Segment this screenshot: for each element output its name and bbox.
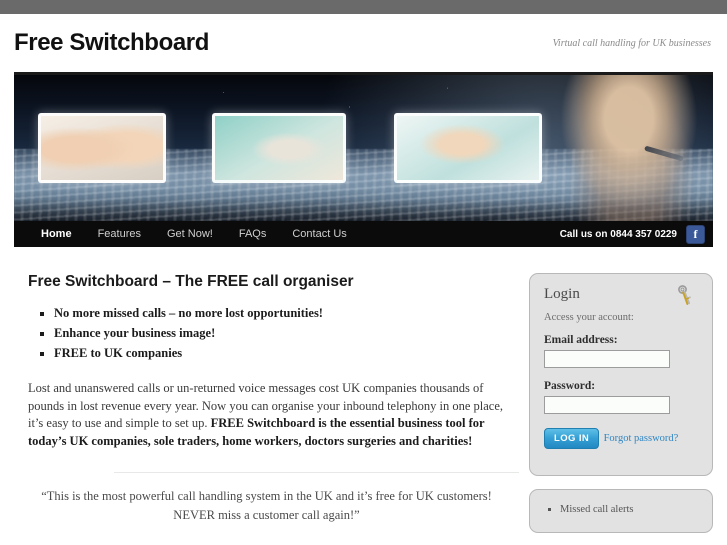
login-button[interactable]: LOG IN — [544, 428, 600, 449]
content-column: Free Switchboard – The FREE call organis… — [14, 273, 529, 533]
banner-photo-tile-keyboard — [394, 113, 542, 183]
page-root: Free Switchboard Virtual call handling f… — [0, 14, 727, 545]
nav-item-features[interactable]: Features — [85, 228, 154, 240]
keys-icon — [678, 285, 691, 305]
nav-item-home[interactable]: Home — [28, 228, 85, 240]
list-item: Enhance your business image! — [54, 325, 519, 342]
features-list: Missed call alerts — [544, 502, 698, 518]
page-title: Free Switchboard — [14, 29, 209, 56]
email-field[interactable] — [544, 350, 670, 368]
list-item: FREE to UK companies — [54, 345, 519, 362]
nav-right-group: Call us on 0844 357 0229 f — [559, 224, 705, 244]
banner-operator-photo — [557, 75, 707, 221]
quote-line-2: NEVER miss a customer call again!” — [173, 508, 360, 522]
nav-item-contact-us[interactable]: Contact Us — [279, 228, 359, 240]
password-field[interactable] — [544, 396, 670, 414]
nav-items: Home Features Get Now! FAQs Contact Us — [28, 228, 360, 240]
site-header: Free Switchboard Virtual call handling f… — [0, 14, 727, 72]
nav-item-faqs[interactable]: FAQs — [226, 228, 280, 240]
main-navigation: Home Features Get Now! FAQs Contact Us C… — [14, 221, 713, 247]
list-item: Missed call alerts — [560, 502, 698, 518]
list-item: No more missed calls – no more lost oppo… — [54, 305, 519, 322]
sidebar: Login Access your account: Email address… — [529, 273, 713, 533]
login-panel: Login Access your account: Email address… — [529, 273, 713, 476]
hero-banner — [14, 75, 713, 221]
facebook-icon[interactable]: f — [686, 224, 705, 244]
content-heading: Free Switchboard – The FREE call organis… — [28, 273, 354, 290]
quote-divider — [114, 472, 519, 473]
banner-photo-tile-hands-device — [212, 113, 346, 183]
email-label: Email address: — [544, 334, 618, 346]
quote-line-1: “This is the most powerful call handling… — [41, 489, 492, 503]
intro-paragraph: Lost and unanswered calls or un-returned… — [28, 380, 519, 450]
features-panel: Missed call alerts — [529, 489, 713, 533]
banner-photo-tile-women-headset — [38, 113, 166, 183]
testimonial-quote: “This is the most powerful call handling… — [28, 487, 505, 525]
benefits-list: No more missed calls – no more lost oppo… — [14, 305, 519, 362]
login-panel-subtitle: Access your account: — [544, 312, 634, 323]
forgot-password-link[interactable]: Forgot password? — [604, 433, 679, 444]
site-tagline: Virtual call handling for UK businesses — [552, 37, 711, 49]
browser-chrome-bar — [0, 0, 727, 14]
phone-number-text: Call us on 0844 357 0229 — [559, 228, 677, 240]
main-area: Free Switchboard – The FREE call organis… — [14, 247, 713, 533]
password-label: Password: — [544, 380, 596, 392]
nav-item-get-now[interactable]: Get Now! — [154, 228, 226, 240]
